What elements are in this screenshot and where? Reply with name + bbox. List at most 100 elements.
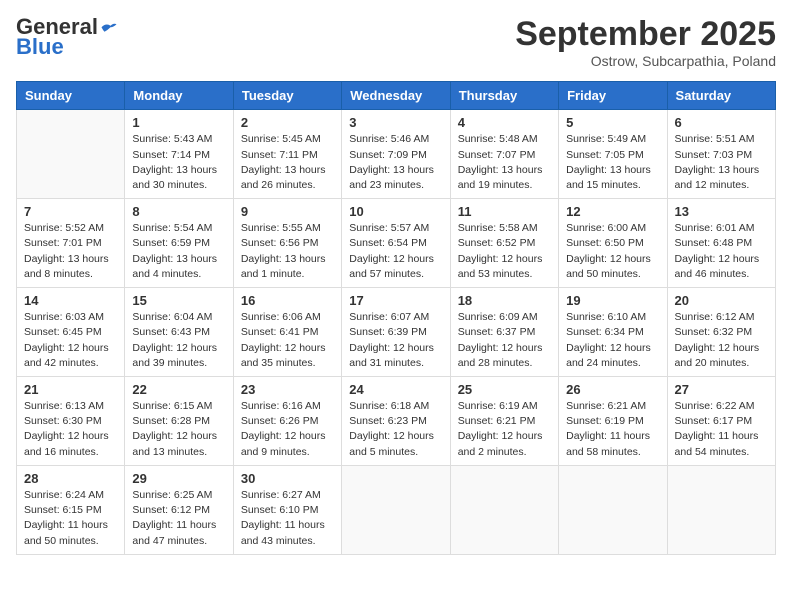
calendar-cell: 3 Sunrise: 5:46 AMSunset: 7:09 PMDaylight… — [342, 110, 450, 199]
day-info: Sunrise: 6:18 AMSunset: 6:23 PMDaylight:… — [349, 399, 442, 460]
calendar-week-row: 7Sunrise: 5:52 AMSunset: 7:01 PMDaylight… — [17, 199, 776, 288]
day-number: 2 — [241, 115, 334, 130]
calendar-cell: 17 Sunrise: 6:07 AMSunset: 6:39 PMDayligh… — [342, 288, 450, 377]
day-number: 3 — [349, 115, 442, 130]
logo-bird-icon — [100, 21, 118, 35]
logo-blue-text: Blue — [16, 36, 64, 58]
calendar-header-row: SundayMondayTuesdayWednesdayThursdayFrid… — [17, 82, 776, 110]
logo: General Blue — [16, 16, 118, 58]
calendar-cell: 23Sunrise: 6:16 AMSunset: 6:26 PMDayligh… — [233, 377, 341, 466]
day-info: Sunrise: 6:13 AMSunset: 6:30 PMDaylight:… — [24, 399, 117, 460]
day-number: 20 — [675, 293, 768, 308]
day-number: 8 — [132, 204, 225, 219]
calendar-cell: 27 Sunrise: 6:22 AMSunset: 6:17 PMDayligh… — [667, 377, 775, 466]
day-number: 26 — [566, 382, 659, 397]
calendar-cell — [17, 110, 125, 199]
day-info: Sunrise: 5:48 AMSunset: 7:07 PMDaylight:… — [458, 132, 551, 193]
day-number: 11 — [458, 204, 551, 219]
page-header: General Blue September 2025 Ostrow, Subc… — [16, 16, 776, 69]
day-info: Sunrise: 5:58 AMSunset: 6:52 PMDaylight:… — [458, 221, 551, 282]
day-info: Sunrise: 6:03 AMSunset: 6:45 PMDaylight:… — [24, 310, 117, 371]
day-number: 17 — [349, 293, 442, 308]
calendar-cell: 28Sunrise: 6:24 AMSunset: 6:15 PMDayligh… — [17, 465, 125, 554]
day-info: Sunrise: 6:00 AMSunset: 6:50 PMDaylight:… — [566, 221, 659, 282]
day-number: 24 — [349, 382, 442, 397]
calendar-cell: 15Sunrise: 6:04 AMSunset: 6:43 PMDayligh… — [125, 288, 233, 377]
calendar-cell: 26 Sunrise: 6:21 AMSunset: 6:19 PMDayligh… — [559, 377, 667, 466]
calendar-cell: 5 Sunrise: 5:49 AMSunset: 7:05 PMDaylight… — [559, 110, 667, 199]
calendar-cell: 29Sunrise: 6:25 AMSunset: 6:12 PMDayligh… — [125, 465, 233, 554]
day-info: Sunrise: 6:22 AMSunset: 6:17 PMDaylight:… — [675, 399, 768, 460]
day-number: 5 — [566, 115, 659, 130]
day-number: 6 — [675, 115, 768, 130]
calendar-cell — [667, 465, 775, 554]
calendar-cell: 13 Sunrise: 6:01 AMSunset: 6:48 PMDayligh… — [667, 199, 775, 288]
day-info: Sunrise: 6:27 AMSunset: 6:10 PMDaylight:… — [241, 488, 334, 549]
calendar-cell: 11 Sunrise: 5:58 AMSunset: 6:52 PMDayligh… — [450, 199, 558, 288]
day-info: Sunrise: 6:12 AMSunset: 6:32 PMDaylight:… — [675, 310, 768, 371]
day-info: Sunrise: 6:15 AMSunset: 6:28 PMDaylight:… — [132, 399, 225, 460]
title-block: September 2025 Ostrow, Subcarpathia, Pol… — [515, 16, 776, 69]
day-number: 12 — [566, 204, 659, 219]
calendar-cell: 25Sunrise: 6:19 AMSunset: 6:21 PMDayligh… — [450, 377, 558, 466]
weekday-header-tuesday: Tuesday — [233, 82, 341, 110]
day-number: 4 — [458, 115, 551, 130]
calendar-cell: 20 Sunrise: 6:12 AMSunset: 6:32 PMDayligh… — [667, 288, 775, 377]
day-number: 1 — [132, 115, 225, 130]
calendar-cell: 22 Sunrise: 6:15 AMSunset: 6:28 PMDayligh… — [125, 377, 233, 466]
day-info: Sunrise: 6:09 AMSunset: 6:37 PMDaylight:… — [458, 310, 551, 371]
weekday-header-saturday: Saturday — [667, 82, 775, 110]
day-info: Sunrise: 5:55 AMSunset: 6:56 PMDaylight:… — [241, 221, 334, 282]
weekday-header-monday: Monday — [125, 82, 233, 110]
location-text: Ostrow, Subcarpathia, Poland — [515, 53, 776, 69]
day-number: 16 — [241, 293, 334, 308]
calendar-cell: 9 Sunrise: 5:55 AMSunset: 6:56 PMDaylight… — [233, 199, 341, 288]
calendar-cell: 6Sunrise: 5:51 AMSunset: 7:03 PMDaylight… — [667, 110, 775, 199]
weekday-header-sunday: Sunday — [17, 82, 125, 110]
calendar-cell: 16 Sunrise: 6:06 AMSunset: 6:41 PMDayligh… — [233, 288, 341, 377]
calendar-cell: 10 Sunrise: 5:57 AMSunset: 6:54 PMDayligh… — [342, 199, 450, 288]
day-info: Sunrise: 6:21 AMSunset: 6:19 PMDaylight:… — [566, 399, 659, 460]
day-info: Sunrise: 5:49 AMSunset: 7:05 PMDaylight:… — [566, 132, 659, 193]
day-info: Sunrise: 5:46 AMSunset: 7:09 PMDaylight:… — [349, 132, 442, 193]
day-info: Sunrise: 6:10 AMSunset: 6:34 PMDaylight:… — [566, 310, 659, 371]
calendar-cell: 7Sunrise: 5:52 AMSunset: 7:01 PMDaylight… — [17, 199, 125, 288]
calendar-week-row: 1 Sunrise: 5:43 AMSunset: 7:14 PMDaylight… — [17, 110, 776, 199]
day-number: 27 — [675, 382, 768, 397]
day-number: 15 — [132, 293, 225, 308]
day-number: 7 — [24, 204, 117, 219]
calendar-cell: 24 Sunrise: 6:18 AMSunset: 6:23 PMDayligh… — [342, 377, 450, 466]
calendar-cell: 14Sunrise: 6:03 AMSunset: 6:45 PMDayligh… — [17, 288, 125, 377]
day-number: 21 — [24, 382, 117, 397]
calendar-body: 1 Sunrise: 5:43 AMSunset: 7:14 PMDaylight… — [17, 110, 776, 554]
day-info: Sunrise: 6:01 AMSunset: 6:48 PMDaylight:… — [675, 221, 768, 282]
day-number: 23 — [241, 382, 334, 397]
calendar-cell — [559, 465, 667, 554]
calendar-cell — [450, 465, 558, 554]
day-number: 9 — [241, 204, 334, 219]
day-number: 19 — [566, 293, 659, 308]
calendar-week-row: 21 Sunrise: 6:13 AMSunset: 6:30 PMDayligh… — [17, 377, 776, 466]
day-number: 25 — [458, 382, 551, 397]
calendar-cell: 18 Sunrise: 6:09 AMSunset: 6:37 PMDayligh… — [450, 288, 558, 377]
day-info: Sunrise: 5:45 AMSunset: 7:11 PMDaylight:… — [241, 132, 334, 193]
calendar-cell: 2 Sunrise: 5:45 AMSunset: 7:11 PMDaylight… — [233, 110, 341, 199]
day-info: Sunrise: 5:43 AMSunset: 7:14 PMDaylight:… — [132, 132, 225, 193]
calendar-cell: 8Sunrise: 5:54 AMSunset: 6:59 PMDaylight… — [125, 199, 233, 288]
day-number: 10 — [349, 204, 442, 219]
calendar-cell: 12 Sunrise: 6:00 AMSunset: 6:50 PMDayligh… — [559, 199, 667, 288]
calendar-cell: 30 Sunrise: 6:27 AMSunset: 6:10 PMDayligh… — [233, 465, 341, 554]
day-info: Sunrise: 6:06 AMSunset: 6:41 PMDaylight:… — [241, 310, 334, 371]
weekday-header-thursday: Thursday — [450, 82, 558, 110]
day-number: 28 — [24, 471, 117, 486]
day-number: 18 — [458, 293, 551, 308]
day-number: 22 — [132, 382, 225, 397]
day-info: Sunrise: 5:57 AMSunset: 6:54 PMDaylight:… — [349, 221, 442, 282]
day-info: Sunrise: 6:07 AMSunset: 6:39 PMDaylight:… — [349, 310, 442, 371]
month-title: September 2025 — [515, 16, 776, 53]
day-number: 13 — [675, 204, 768, 219]
weekday-header-friday: Friday — [559, 82, 667, 110]
weekday-header-wednesday: Wednesday — [342, 82, 450, 110]
calendar-cell: 21 Sunrise: 6:13 AMSunset: 6:30 PMDayligh… — [17, 377, 125, 466]
day-number: 30 — [241, 471, 334, 486]
